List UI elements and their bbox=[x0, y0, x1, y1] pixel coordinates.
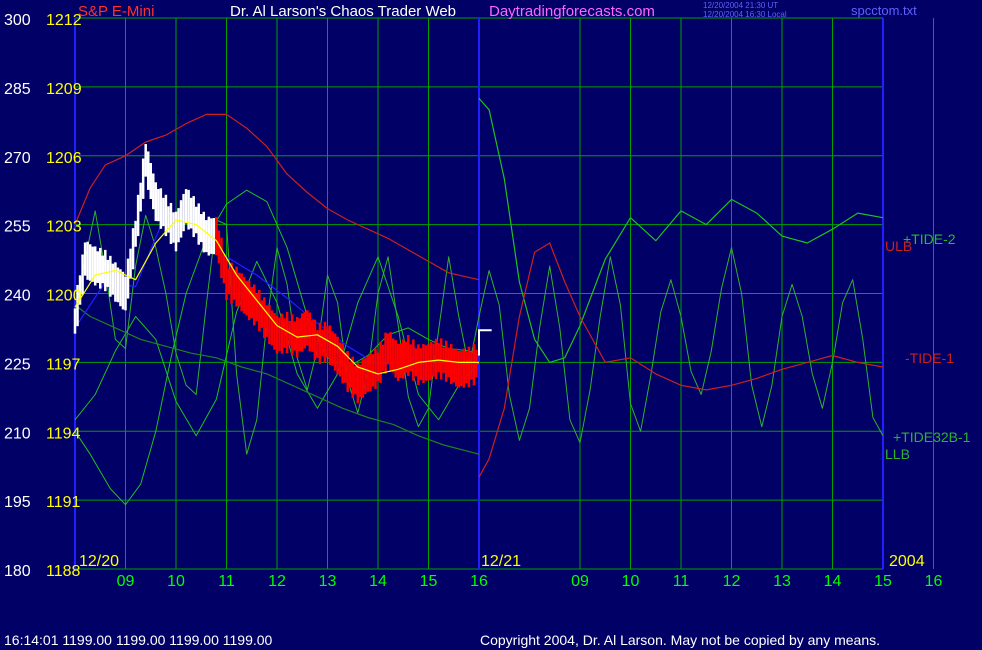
instrument-label: S&P E-Mini bbox=[78, 3, 155, 20]
y-tick-left: 225 bbox=[4, 356, 31, 373]
series-labels: +TIDE-2ULB-TIDE-1+TIDE32B-1LLB bbox=[885, 231, 971, 462]
x-axis: 09 10 11 12 13 14 15 16 09 10 11 12 13 14 15 16 12/20 12/… bbox=[79, 553, 943, 590]
x-tick-hour: 14 bbox=[369, 573, 387, 590]
y-tick-left: 285 bbox=[4, 81, 31, 98]
y-tick-price: 1206 bbox=[46, 150, 82, 167]
y-tick-price: 1212 bbox=[46, 12, 82, 29]
x-tick-hour: 15 bbox=[420, 573, 438, 590]
chart-title: Dr. Al Larson's Chaos Trader Web bbox=[230, 3, 457, 20]
file-name: spcctom.txt bbox=[851, 3, 917, 18]
site-link[interactable]: Daytradingforecasts.com bbox=[489, 3, 655, 20]
x-tick-hour: 15 bbox=[874, 573, 892, 590]
x-tick-hour: 09 bbox=[117, 573, 135, 590]
y-tick-price: 1203 bbox=[46, 219, 82, 236]
year-label: 2004 bbox=[889, 553, 925, 570]
series-label: -TIDE-1 bbox=[905, 350, 954, 366]
date-label: 12/20 bbox=[79, 553, 119, 570]
forecast-step bbox=[478, 329, 492, 356]
date-label: 12/21 bbox=[481, 553, 521, 570]
chart-grid bbox=[74, 17, 934, 570]
x-tick-hour: 11 bbox=[218, 573, 235, 590]
y-tick-left: 210 bbox=[4, 425, 31, 442]
x-tick-hour: 16 bbox=[925, 573, 943, 590]
x-tick-hour: 16 bbox=[470, 573, 488, 590]
x-tick-hour: 13 bbox=[773, 573, 791, 590]
y-tick-price: 1209 bbox=[46, 81, 82, 98]
copyright: Copyright 2004, Dr. Al Larson. May not b… bbox=[480, 632, 881, 648]
x-tick-hour: 09 bbox=[571, 573, 589, 590]
y-tick-left: 180 bbox=[4, 563, 31, 580]
x-tick-hour: 12 bbox=[268, 573, 286, 590]
x-tick-hour: 10 bbox=[167, 573, 185, 590]
series-label: LLB bbox=[885, 446, 910, 462]
series-label: ULB bbox=[885, 238, 912, 254]
x-tick-hour: 13 bbox=[319, 573, 337, 590]
y-tick-price: 1197 bbox=[46, 356, 81, 373]
series-label: +TIDE32B-1 bbox=[893, 429, 971, 445]
y-tick-left: 270 bbox=[4, 150, 31, 167]
y-axis: 300 1212 285 1209 270 1206 255 1203 240 1200 225 11… bbox=[4, 12, 82, 580]
y-tick-left: 240 bbox=[4, 288, 31, 305]
y-tick-left: 195 bbox=[4, 494, 31, 511]
quote-readout: 16:14:01 1199.00 1199.00 1199.00 1199.00 bbox=[4, 632, 273, 648]
timestamp-ut: 12/20/2004 21:30 UT bbox=[703, 1, 779, 10]
y-tick-price: 1188 bbox=[46, 563, 81, 580]
y-tick-price: 1194 bbox=[46, 425, 81, 442]
y-tick-price: 1191 bbox=[46, 494, 81, 511]
x-tick-hour: 14 bbox=[824, 573, 842, 590]
x-tick-hour: 12 bbox=[723, 573, 741, 590]
x-tick-hour: 10 bbox=[622, 573, 640, 590]
x-tick-hour: 11 bbox=[673, 573, 690, 590]
y-tick-left: 255 bbox=[4, 219, 31, 236]
timestamp-local: 12/20/2004 16:30 Local bbox=[703, 10, 787, 19]
y-tick-price: 1200 bbox=[46, 288, 82, 305]
y-tick-left: 300 bbox=[4, 12, 31, 29]
chart-canvas: 300 1212285 1209270 1206255 1203240 1200225 11… bbox=[4, 12, 971, 590]
